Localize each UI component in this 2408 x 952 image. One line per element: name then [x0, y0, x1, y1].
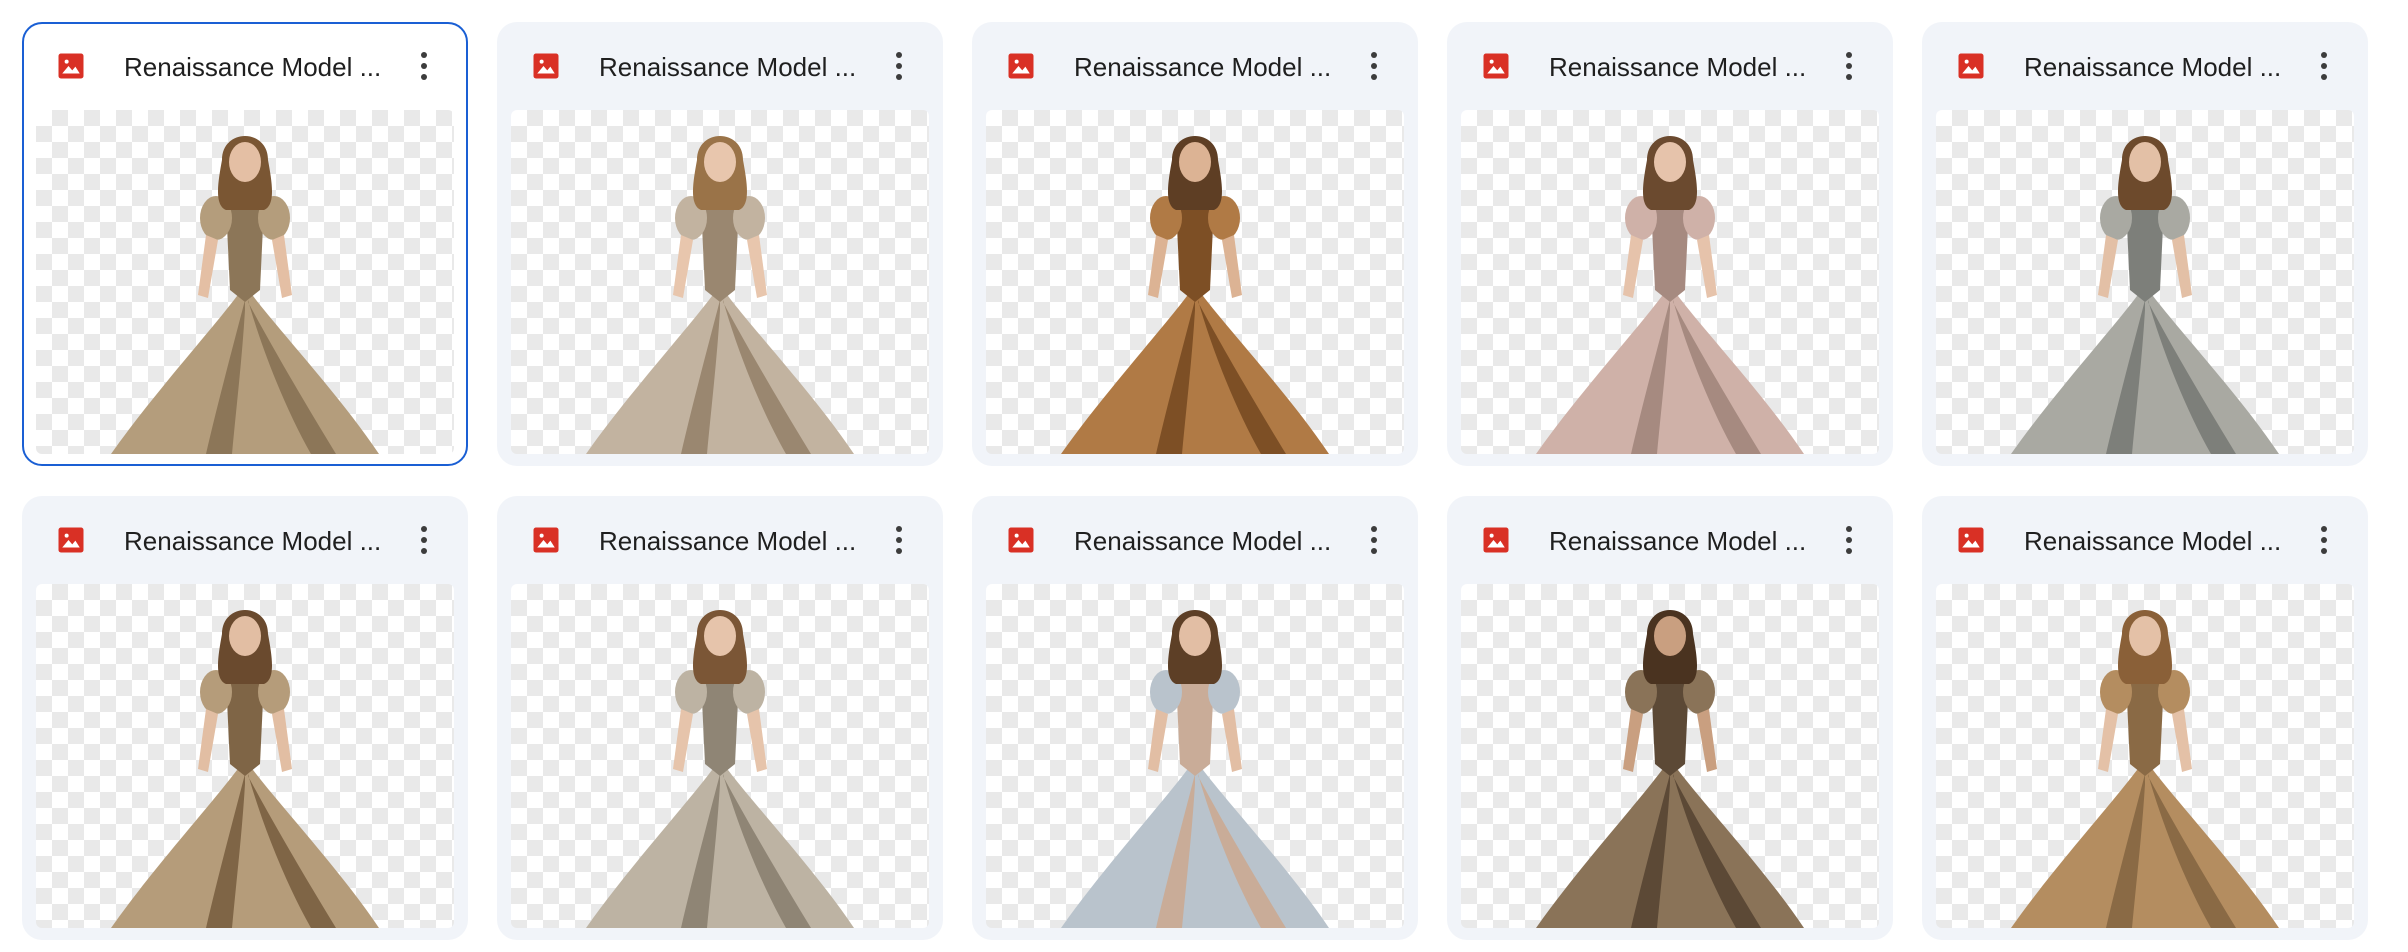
- file-title: Renaissance Model ...: [124, 52, 382, 82]
- image-file-icon: [1956, 51, 1986, 81]
- image-file-icon: [531, 525, 561, 555]
- file-title: Renaissance Model ...: [1074, 52, 1332, 82]
- file-title: Renaissance Model ...: [599, 526, 857, 556]
- file-thumbnail[interactable]: [986, 584, 1404, 928]
- image-file-icon: [1481, 51, 1511, 81]
- more-vert-icon[interactable]: [1352, 518, 1396, 562]
- file-card-2[interactable]: Renaissance Model ...: [497, 22, 943, 466]
- dress-figure-illustration: [1536, 610, 1804, 928]
- dress-figure-illustration: [586, 136, 854, 454]
- file-card-6[interactable]: Renaissance Model ...: [22, 496, 468, 940]
- file-card-8[interactable]: Renaissance Model ...: [972, 496, 1418, 940]
- image-file-icon: [531, 51, 561, 81]
- file-card-header: Renaissance Model ...: [1449, 24, 1891, 110]
- file-card-header: Renaissance Model ...: [1924, 24, 2366, 110]
- file-thumbnail[interactable]: [36, 584, 454, 928]
- file-card-header: Renaissance Model ...: [1924, 498, 2366, 584]
- dress-figure-illustration: [1061, 610, 1329, 928]
- dress-figure-illustration: [111, 136, 379, 454]
- more-vert-icon[interactable]: [402, 44, 446, 88]
- file-title: Renaissance Model ...: [1549, 52, 1807, 82]
- dress-figure-illustration: [2011, 610, 2279, 928]
- more-vert-icon[interactable]: [877, 518, 921, 562]
- file-card-9[interactable]: Renaissance Model ...: [1447, 496, 1893, 940]
- image-file-icon: [56, 525, 86, 555]
- file-card-4[interactable]: Renaissance Model ...: [1447, 22, 1893, 466]
- dress-figure-illustration: [586, 610, 854, 928]
- file-card-header: Renaissance Model ...: [1449, 498, 1891, 584]
- file-title: Renaissance Model ...: [599, 52, 857, 82]
- more-vert-icon[interactable]: [2302, 518, 2346, 562]
- file-card-header: Renaissance Model ...: [24, 498, 466, 584]
- more-vert-icon[interactable]: [877, 44, 921, 88]
- file-card-header: Renaissance Model ...: [974, 24, 1416, 110]
- more-vert-icon[interactable]: [1827, 518, 1871, 562]
- dress-figure-illustration: [1061, 136, 1329, 454]
- image-file-icon: [1481, 525, 1511, 555]
- file-card-5[interactable]: Renaissance Model ...: [1922, 22, 2368, 466]
- file-thumbnail[interactable]: [1461, 110, 1879, 454]
- file-card-10[interactable]: Renaissance Model ...: [1922, 496, 2368, 940]
- dress-figure-illustration: [2011, 136, 2279, 454]
- file-card-1[interactable]: Renaissance Model ...: [22, 22, 468, 466]
- image-file-icon: [56, 51, 86, 81]
- image-file-icon: [1006, 51, 1036, 81]
- file-card-header: Renaissance Model ...: [974, 498, 1416, 584]
- more-vert-icon[interactable]: [1352, 44, 1396, 88]
- file-title: Renaissance Model ...: [1074, 526, 1332, 556]
- file-thumbnail[interactable]: [36, 110, 454, 454]
- more-vert-icon[interactable]: [2302, 44, 2346, 88]
- file-thumbnail[interactable]: [986, 110, 1404, 454]
- more-vert-icon[interactable]: [402, 518, 446, 562]
- file-title: Renaissance Model ...: [124, 526, 382, 556]
- file-title: Renaissance Model ...: [2024, 52, 2282, 82]
- file-card-3[interactable]: Renaissance Model ...: [972, 22, 1418, 466]
- file-title: Renaissance Model ...: [1549, 526, 1807, 556]
- file-grid: Renaissance Model ... Renaissance Model …: [22, 22, 2368, 940]
- more-vert-icon[interactable]: [1827, 44, 1871, 88]
- file-thumbnail[interactable]: [511, 584, 929, 928]
- file-card-header: Renaissance Model ...: [499, 24, 941, 110]
- file-title: Renaissance Model ...: [2024, 526, 2282, 556]
- file-thumbnail[interactable]: [1936, 110, 2354, 454]
- file-thumbnail[interactable]: [1461, 584, 1879, 928]
- dress-figure-illustration: [111, 610, 379, 928]
- file-card-header: Renaissance Model ...: [24, 24, 466, 110]
- image-file-icon: [1956, 525, 1986, 555]
- file-thumbnail[interactable]: [1936, 584, 2354, 928]
- dress-figure-illustration: [1536, 136, 1804, 454]
- file-card-header: Renaissance Model ...: [499, 498, 941, 584]
- file-card-7[interactable]: Renaissance Model ...: [497, 496, 943, 940]
- file-thumbnail[interactable]: [511, 110, 929, 454]
- image-file-icon: [1006, 525, 1036, 555]
